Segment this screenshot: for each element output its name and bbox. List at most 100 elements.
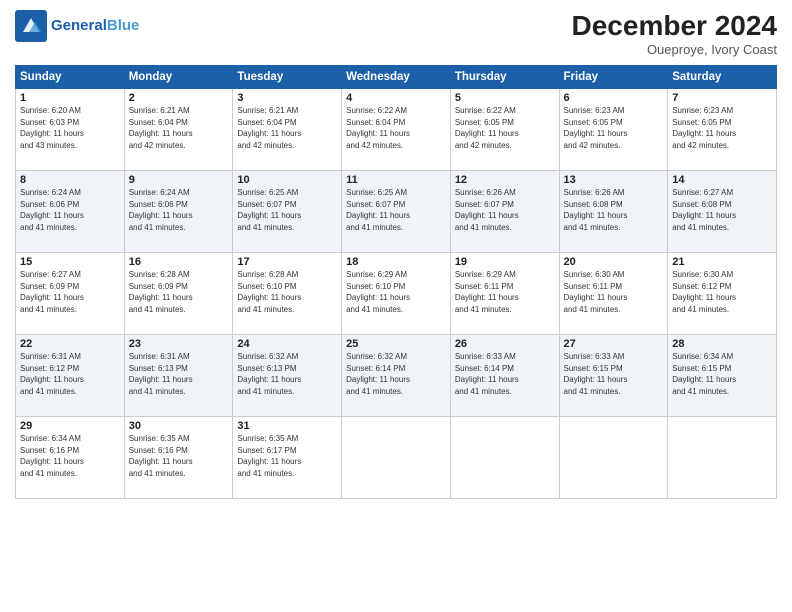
day-info: Sunrise: 6:28 AM Sunset: 6:09 PM Dayligh… bbox=[129, 269, 229, 315]
day-info: Sunrise: 6:34 AM Sunset: 6:15 PM Dayligh… bbox=[672, 351, 772, 397]
day-info: Sunrise: 6:31 AM Sunset: 6:12 PM Dayligh… bbox=[20, 351, 120, 397]
calendar-cell: 21Sunrise: 6:30 AM Sunset: 6:12 PM Dayli… bbox=[668, 253, 777, 335]
day-number: 20 bbox=[564, 256, 664, 268]
weekday-wednesday: Wednesday bbox=[342, 66, 451, 89]
calendar-cell: 5Sunrise: 6:22 AM Sunset: 6:05 PM Daylig… bbox=[450, 89, 559, 171]
header: GeneralBlue December 2024 Oueproye, Ivor… bbox=[15, 10, 777, 57]
calendar-cell: 14Sunrise: 6:27 AM Sunset: 6:08 PM Dayli… bbox=[668, 171, 777, 253]
day-number: 13 bbox=[564, 174, 664, 186]
calendar-cell: 24Sunrise: 6:32 AM Sunset: 6:13 PM Dayli… bbox=[233, 335, 342, 417]
day-number: 12 bbox=[455, 174, 555, 186]
page: GeneralBlue December 2024 Oueproye, Ivor… bbox=[0, 0, 792, 612]
day-number: 26 bbox=[455, 338, 555, 350]
weekday-sunday: Sunday bbox=[16, 66, 125, 89]
day-info: Sunrise: 6:24 AM Sunset: 6:06 PM Dayligh… bbox=[20, 187, 120, 233]
calendar-cell: 2Sunrise: 6:21 AM Sunset: 6:04 PM Daylig… bbox=[124, 89, 233, 171]
calendar-cell bbox=[559, 417, 668, 499]
week-row-3: 15Sunrise: 6:27 AM Sunset: 6:09 PM Dayli… bbox=[16, 253, 777, 335]
calendar-cell: 7Sunrise: 6:23 AM Sunset: 6:05 PM Daylig… bbox=[668, 89, 777, 171]
calendar-cell: 16Sunrise: 6:28 AM Sunset: 6:09 PM Dayli… bbox=[124, 253, 233, 335]
calendar-cell: 26Sunrise: 6:33 AM Sunset: 6:14 PM Dayli… bbox=[450, 335, 559, 417]
calendar-cell: 15Sunrise: 6:27 AM Sunset: 6:09 PM Dayli… bbox=[16, 253, 125, 335]
day-number: 27 bbox=[564, 338, 664, 350]
calendar-cell: 3Sunrise: 6:21 AM Sunset: 6:04 PM Daylig… bbox=[233, 89, 342, 171]
day-number: 19 bbox=[455, 256, 555, 268]
day-info: Sunrise: 6:30 AM Sunset: 6:12 PM Dayligh… bbox=[672, 269, 772, 315]
calendar-cell: 23Sunrise: 6:31 AM Sunset: 6:13 PM Dayli… bbox=[124, 335, 233, 417]
day-info: Sunrise: 6:26 AM Sunset: 6:08 PM Dayligh… bbox=[564, 187, 664, 233]
day-info: Sunrise: 6:23 AM Sunset: 6:05 PM Dayligh… bbox=[564, 105, 664, 151]
day-number: 23 bbox=[129, 338, 229, 350]
weekday-header-row: SundayMondayTuesdayWednesdayThursdayFrid… bbox=[16, 66, 777, 89]
day-number: 5 bbox=[455, 92, 555, 104]
calendar-cell: 20Sunrise: 6:30 AM Sunset: 6:11 PM Dayli… bbox=[559, 253, 668, 335]
calendar-cell bbox=[668, 417, 777, 499]
title-section: December 2024 Oueproye, Ivory Coast bbox=[572, 10, 777, 57]
day-info: Sunrise: 6:20 AM Sunset: 6:03 PM Dayligh… bbox=[20, 105, 120, 151]
logo-blue: Blue bbox=[107, 17, 140, 34]
week-row-4: 22Sunrise: 6:31 AM Sunset: 6:12 PM Dayli… bbox=[16, 335, 777, 417]
day-info: Sunrise: 6:25 AM Sunset: 6:07 PM Dayligh… bbox=[346, 187, 446, 233]
logo: GeneralBlue bbox=[15, 10, 139, 42]
day-number: 24 bbox=[237, 338, 337, 350]
calendar-cell: 30Sunrise: 6:35 AM Sunset: 6:16 PM Dayli… bbox=[124, 417, 233, 499]
logo-general: General bbox=[51, 17, 107, 34]
calendar-cell: 25Sunrise: 6:32 AM Sunset: 6:14 PM Dayli… bbox=[342, 335, 451, 417]
day-info: Sunrise: 6:29 AM Sunset: 6:10 PM Dayligh… bbox=[346, 269, 446, 315]
day-info: Sunrise: 6:33 AM Sunset: 6:14 PM Dayligh… bbox=[455, 351, 555, 397]
day-info: Sunrise: 6:31 AM Sunset: 6:13 PM Dayligh… bbox=[129, 351, 229, 397]
day-number: 28 bbox=[672, 338, 772, 350]
day-number: 31 bbox=[237, 420, 337, 432]
calendar-cell: 8Sunrise: 6:24 AM Sunset: 6:06 PM Daylig… bbox=[16, 171, 125, 253]
weekday-thursday: Thursday bbox=[450, 66, 559, 89]
day-number: 10 bbox=[237, 174, 337, 186]
day-number: 18 bbox=[346, 256, 446, 268]
day-info: Sunrise: 6:22 AM Sunset: 6:04 PM Dayligh… bbox=[346, 105, 446, 151]
day-info: Sunrise: 6:27 AM Sunset: 6:09 PM Dayligh… bbox=[20, 269, 120, 315]
day-number: 3 bbox=[237, 92, 337, 104]
calendar-cell: 9Sunrise: 6:24 AM Sunset: 6:06 PM Daylig… bbox=[124, 171, 233, 253]
calendar-cell: 1Sunrise: 6:20 AM Sunset: 6:03 PM Daylig… bbox=[16, 89, 125, 171]
day-info: Sunrise: 6:24 AM Sunset: 6:06 PM Dayligh… bbox=[129, 187, 229, 233]
day-number: 17 bbox=[237, 256, 337, 268]
weekday-monday: Monday bbox=[124, 66, 233, 89]
day-number: 9 bbox=[129, 174, 229, 186]
weekday-friday: Friday bbox=[559, 66, 668, 89]
day-info: Sunrise: 6:25 AM Sunset: 6:07 PM Dayligh… bbox=[237, 187, 337, 233]
day-info: Sunrise: 6:29 AM Sunset: 6:11 PM Dayligh… bbox=[455, 269, 555, 315]
day-info: Sunrise: 6:27 AM Sunset: 6:08 PM Dayligh… bbox=[672, 187, 772, 233]
day-info: Sunrise: 6:32 AM Sunset: 6:13 PM Dayligh… bbox=[237, 351, 337, 397]
day-number: 22 bbox=[20, 338, 120, 350]
calendar-cell bbox=[342, 417, 451, 499]
day-number: 6 bbox=[564, 92, 664, 104]
calendar-cell: 18Sunrise: 6:29 AM Sunset: 6:10 PM Dayli… bbox=[342, 253, 451, 335]
day-number: 29 bbox=[20, 420, 120, 432]
day-info: Sunrise: 6:21 AM Sunset: 6:04 PM Dayligh… bbox=[129, 105, 229, 151]
day-info: Sunrise: 6:30 AM Sunset: 6:11 PM Dayligh… bbox=[564, 269, 664, 315]
location: Oueproye, Ivory Coast bbox=[572, 42, 777, 57]
day-info: Sunrise: 6:23 AM Sunset: 6:05 PM Dayligh… bbox=[672, 105, 772, 151]
day-number: 14 bbox=[672, 174, 772, 186]
calendar-cell: 28Sunrise: 6:34 AM Sunset: 6:15 PM Dayli… bbox=[668, 335, 777, 417]
calendar-cell: 31Sunrise: 6:35 AM Sunset: 6:17 PM Dayli… bbox=[233, 417, 342, 499]
calendar-cell bbox=[450, 417, 559, 499]
day-info: Sunrise: 6:22 AM Sunset: 6:05 PM Dayligh… bbox=[455, 105, 555, 151]
day-number: 11 bbox=[346, 174, 446, 186]
day-number: 16 bbox=[129, 256, 229, 268]
weekday-saturday: Saturday bbox=[668, 66, 777, 89]
day-number: 2 bbox=[129, 92, 229, 104]
calendar-cell: 19Sunrise: 6:29 AM Sunset: 6:11 PM Dayli… bbox=[450, 253, 559, 335]
day-info: Sunrise: 6:35 AM Sunset: 6:17 PM Dayligh… bbox=[237, 433, 337, 479]
calendar-cell: 4Sunrise: 6:22 AM Sunset: 6:04 PM Daylig… bbox=[342, 89, 451, 171]
day-number: 30 bbox=[129, 420, 229, 432]
calendar-cell: 22Sunrise: 6:31 AM Sunset: 6:12 PM Dayli… bbox=[16, 335, 125, 417]
logo-icon bbox=[15, 10, 47, 42]
day-info: Sunrise: 6:33 AM Sunset: 6:15 PM Dayligh… bbox=[564, 351, 664, 397]
day-number: 1 bbox=[20, 92, 120, 104]
calendar-cell: 13Sunrise: 6:26 AM Sunset: 6:08 PM Dayli… bbox=[559, 171, 668, 253]
calendar-cell: 6Sunrise: 6:23 AM Sunset: 6:05 PM Daylig… bbox=[559, 89, 668, 171]
day-number: 8 bbox=[20, 174, 120, 186]
week-row-2: 8Sunrise: 6:24 AM Sunset: 6:06 PM Daylig… bbox=[16, 171, 777, 253]
day-number: 7 bbox=[672, 92, 772, 104]
day-info: Sunrise: 6:34 AM Sunset: 6:16 PM Dayligh… bbox=[20, 433, 120, 479]
